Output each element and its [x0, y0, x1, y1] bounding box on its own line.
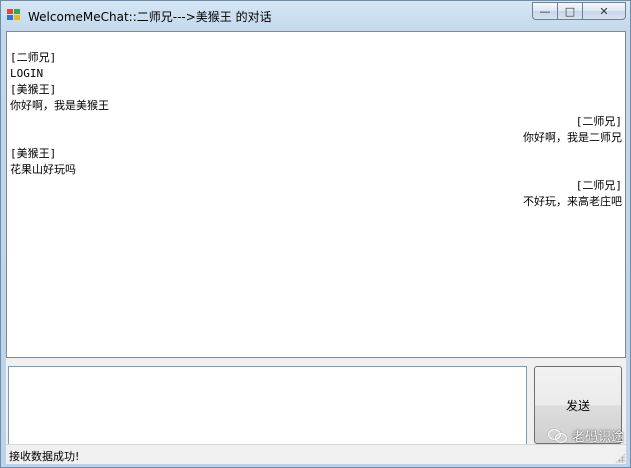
close-button[interactable]: ✕: [583, 2, 626, 20]
status-bar: 接收数据成功!: [6, 444, 626, 464]
message-input[interactable]: [8, 366, 527, 446]
maximize-icon: □: [564, 4, 576, 18]
message-text: LOGIN: [10, 67, 44, 80]
status-text: 接收数据成功!: [9, 450, 80, 463]
message-sender: [二师兄]: [10, 51, 57, 64]
watermark: 老码识途: [547, 426, 624, 445]
watermark-text: 老码识途: [571, 430, 624, 445]
message-text: 花果山好玩吗: [10, 163, 76, 176]
maximize-button[interactable]: □: [558, 2, 583, 20]
wechat-icon: [547, 428, 568, 443]
message-sender: [美猴王]: [10, 83, 57, 96]
message-text: 不好玩，来高老庄吧: [523, 195, 622, 208]
title-bar[interactable]: WelcomeMeChat::二师兄--->美猴王 的对话 — □ ✕: [1, 1, 630, 29]
minimize-button[interactable]: —: [532, 2, 558, 20]
message-sender: [美猴王]: [10, 147, 57, 160]
chat-log-spacer: [7, 32, 625, 50]
resize-grip[interactable]: [615, 453, 625, 463]
close-icon: ✕: [599, 4, 609, 18]
message-sender: [二师兄]: [575, 179, 622, 192]
chat-log[interactable]: [二师兄] LOGIN [美猴王] 你好啊，我是美猴王 [二师兄] 你好啊，我是二师兄 [美…: [6, 31, 626, 358]
caption-buttons: — □ ✕: [532, 2, 626, 21]
message-sender: [二师兄]: [575, 115, 622, 128]
message-text: 你好啊，我是二师兄: [523, 131, 622, 144]
message-text: 你好啊，我是美猴王: [10, 99, 109, 112]
client-area: [二师兄] LOGIN [美猴王] 你好啊，我是美猴王 [二师兄] 你好啊，我是二师兄 [美…: [6, 31, 626, 464]
app-icon: [7, 9, 21, 21]
chat-window: WelcomeMeChat::二师兄--->美猴王 的对话 — □ ✕ [二师兄…: [0, 0, 631, 468]
message-list: [二师兄] LOGIN [美猴王] 你好啊，我是美猴王 [二师兄] 你好啊，我是二师兄 [美…: [7, 50, 625, 210]
minimize-icon: —: [539, 4, 551, 18]
window-title: WelcomeMeChat::二师兄--->美猴王 的对话: [28, 10, 272, 24]
